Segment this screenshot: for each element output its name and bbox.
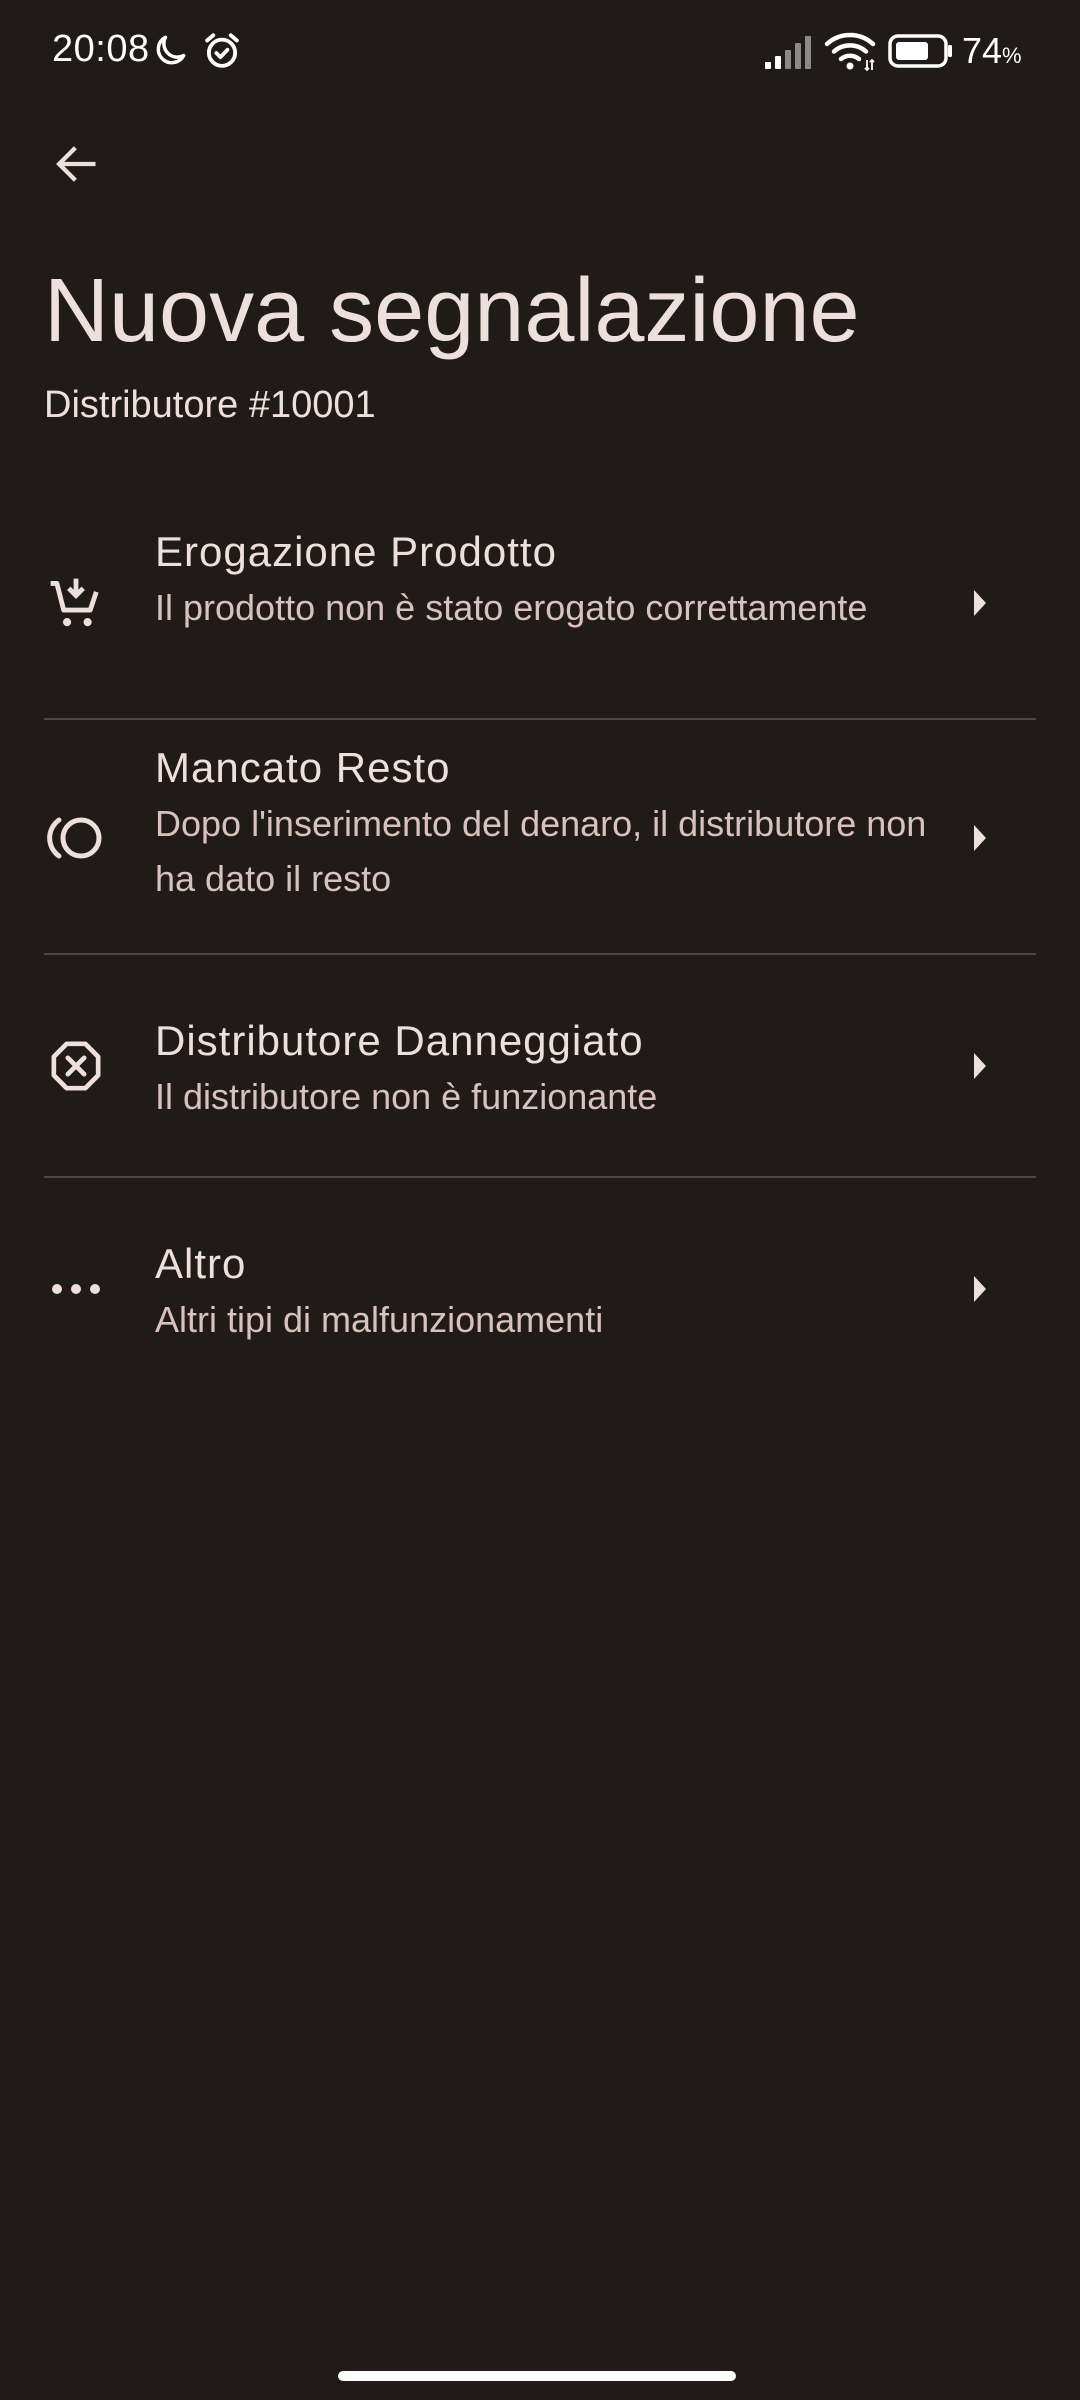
issue-description: Il distributore non è funzionante — [155, 1076, 658, 1117]
issue-item-altro[interactable]: Altro Altri tipi di malfunzionamenti — [0, 1178, 1080, 1400]
wifi-icon — [824, 30, 876, 77]
battery-icon — [888, 34, 954, 73]
chevron-right-icon — [960, 1269, 1000, 1309]
chevron-right-icon — [960, 818, 1000, 858]
status-bar: 20:08 74% — [0, 0, 1080, 110]
more-horiz-icon — [44, 1257, 108, 1321]
issue-description: Altri tipi di malfunzionamenti — [155, 1299, 604, 1340]
issue-title: Distributore Danneggiato — [155, 1017, 644, 1064]
screen: 20:08 74% Nuova segnalazione Distributor… — [0, 0, 1080, 2400]
status-time: 20:08 — [52, 28, 150, 70]
back-button[interactable] — [36, 126, 116, 206]
issue-title: Altro — [155, 1240, 247, 1287]
chevron-right-icon — [960, 583, 1000, 623]
issue-title: Mancato Resto — [155, 744, 451, 791]
arrow-back-icon — [50, 138, 102, 195]
issue-item-distributore-danneggiato[interactable]: Distributore Danneggiato Il distributore… — [0, 955, 1080, 1177]
issue-item-mancato-resto[interactable]: Mancato Resto Dopo l'inserimento del den… — [0, 720, 1080, 954]
page-title: Nuova segnalazione — [44, 261, 860, 361]
issue-title: Erogazione Prodotto — [155, 528, 557, 575]
page-subtitle: Distributore #10001 — [44, 384, 376, 426]
chevron-right-icon — [960, 1046, 1000, 1086]
signal-icon — [764, 34, 816, 75]
gesture-navigation-bar[interactable] — [338, 2371, 736, 2381]
cart-icon — [44, 572, 108, 636]
issue-item-erogazione-prodotto[interactable]: Erogazione Prodotto Il prodotto non è st… — [0, 500, 1080, 718]
issue-description: Dopo l'inserimento del denaro, il distri… — [155, 803, 927, 899]
issue-list: Erogazione Prodotto Il prodotto non è st… — [0, 500, 1080, 1340]
battery-level: 74% — [962, 30, 1022, 71]
moon-icon — [152, 30, 190, 75]
cancel-octagon-icon — [44, 1034, 108, 1098]
issue-description: Il prodotto non è stato erogato corretta… — [155, 587, 868, 628]
coins-icon — [44, 806, 108, 870]
alarm-icon — [201, 30, 243, 77]
